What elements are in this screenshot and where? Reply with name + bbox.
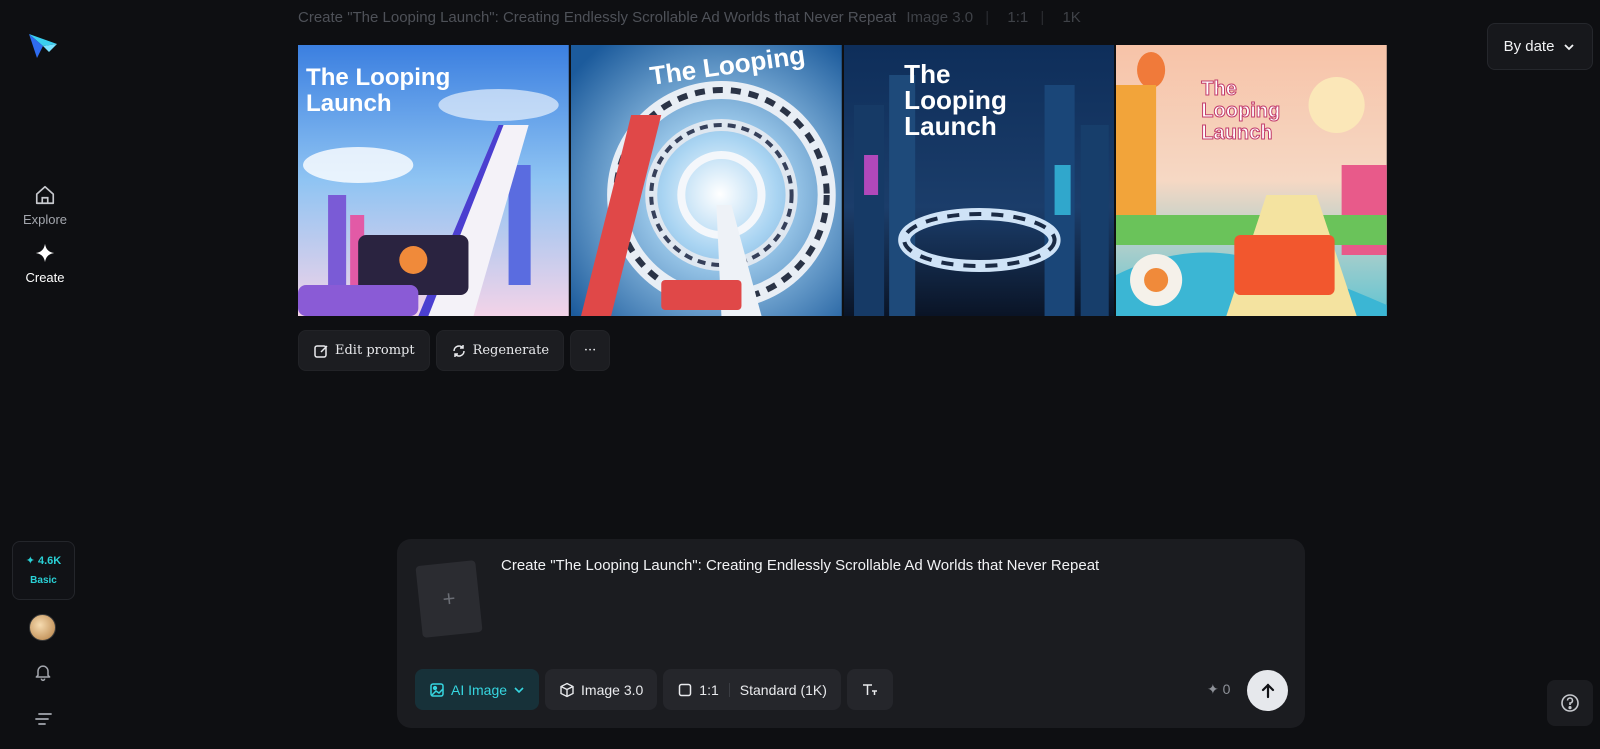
help-icon (1561, 694, 1579, 712)
credits-badge[interactable]: ✦ 4.6K Basic (12, 541, 75, 600)
text-icon (862, 683, 877, 695)
quality-label: Standard (1K) (739, 681, 827, 698)
cube-icon (560, 682, 574, 697)
regenerate-icon (452, 344, 465, 357)
sort-by-date-button[interactable]: By date (1487, 23, 1593, 70)
mode-label: AI Image (451, 681, 508, 698)
generated-image-2[interactable]: The Looping (570, 45, 842, 316)
text-style-button[interactable] (846, 669, 893, 710)
credit-cost: ✦ 0 (1207, 681, 1231, 697)
bell-icon[interactable] (33, 662, 53, 687)
edit-prompt-button[interactable]: Edit prompt (298, 330, 430, 371)
generation-actions: Edit prompt Regenerate ··· (298, 330, 611, 371)
ratio-quality-select[interactable]: 1:1 Standard (1K) (663, 669, 841, 710)
more-options-button[interactable]: ··· (570, 330, 611, 371)
ratio-label: 1:1 (699, 681, 719, 698)
prompt-composer: + Create "The Looping Launch": Creating … (397, 539, 1305, 728)
credits-amount: ✦ 4.6K (25, 555, 62, 567)
nav-explore[interactable]: Explore (0, 184, 90, 227)
generated-image-3[interactable]: The Looping Launch (843, 45, 1115, 316)
prompt-input[interactable]: Create "The Looping Launch": Creating En… (501, 557, 1099, 574)
avatar[interactable] (29, 614, 56, 641)
svg-text:Looping: Looping (1201, 100, 1280, 122)
edit-prompt-label: Edit prompt (335, 343, 415, 358)
sort-label: By date (1503, 38, 1555, 55)
menu-lines-icon[interactable] (34, 711, 54, 732)
more-options-icon: ··· (583, 343, 597, 358)
mode-select[interactable]: AI Image (415, 669, 540, 710)
svg-text:Launch: Launch (1201, 122, 1272, 144)
send-button[interactable] (1247, 670, 1288, 711)
generation-prompt-title: Create "The Looping Launch": Creating En… (298, 9, 1081, 26)
regenerate-label: Regenerate (472, 343, 550, 358)
upload-reference-button[interactable]: + (415, 560, 483, 638)
generation-ratio: 1:1 (1007, 9, 1029, 26)
home-icon (35, 185, 55, 205)
edit-icon (314, 344, 328, 358)
generation-prompt-text: Create "The Looping Launch": Creating En… (298, 9, 897, 26)
plus-icon: + (441, 585, 457, 612)
generated-image-1[interactable]: The Looping Launch (298, 45, 569, 316)
model-select[interactable]: Image 3.0 (545, 669, 658, 710)
regenerate-button[interactable]: Regenerate (435, 330, 565, 371)
plan-label: Basic (30, 575, 57, 586)
svg-text:The Looping: The Looping (306, 64, 450, 91)
svg-text:Launch: Launch (306, 90, 392, 117)
help-button[interactable] (1547, 680, 1593, 726)
arrow-up-icon (1261, 682, 1274, 698)
svg-text:Launch: Launch (904, 111, 997, 141)
nav-create[interactable]: Create (0, 242, 90, 285)
composer-toolbar: AI Image Image 3.0 1:1 Standard (1K) (415, 669, 893, 710)
generated-images-grid: The Looping Launch The Looping The Loopi… (298, 45, 1387, 316)
model-label: Image 3.0 (581, 681, 644, 698)
app-logo-icon[interactable] (27, 30, 59, 62)
nav-create-label: Create (25, 270, 65, 285)
sparkle-icon (35, 243, 55, 263)
square-ratio-icon (679, 683, 692, 696)
sidebar: Explore Create ✦ 4.6K Basic (0, 0, 90, 749)
generation-resolution: 1K (1062, 9, 1081, 26)
nav-explore-label: Explore (22, 212, 68, 227)
chevron-down-icon (1564, 43, 1575, 50)
svg-text:The: The (1201, 78, 1237, 100)
generation-model: Image 3.0 (906, 9, 974, 26)
chevron-down-icon (514, 686, 524, 693)
generated-image-4[interactable]: The Looping Launch (1116, 45, 1387, 316)
image-icon (430, 682, 444, 697)
